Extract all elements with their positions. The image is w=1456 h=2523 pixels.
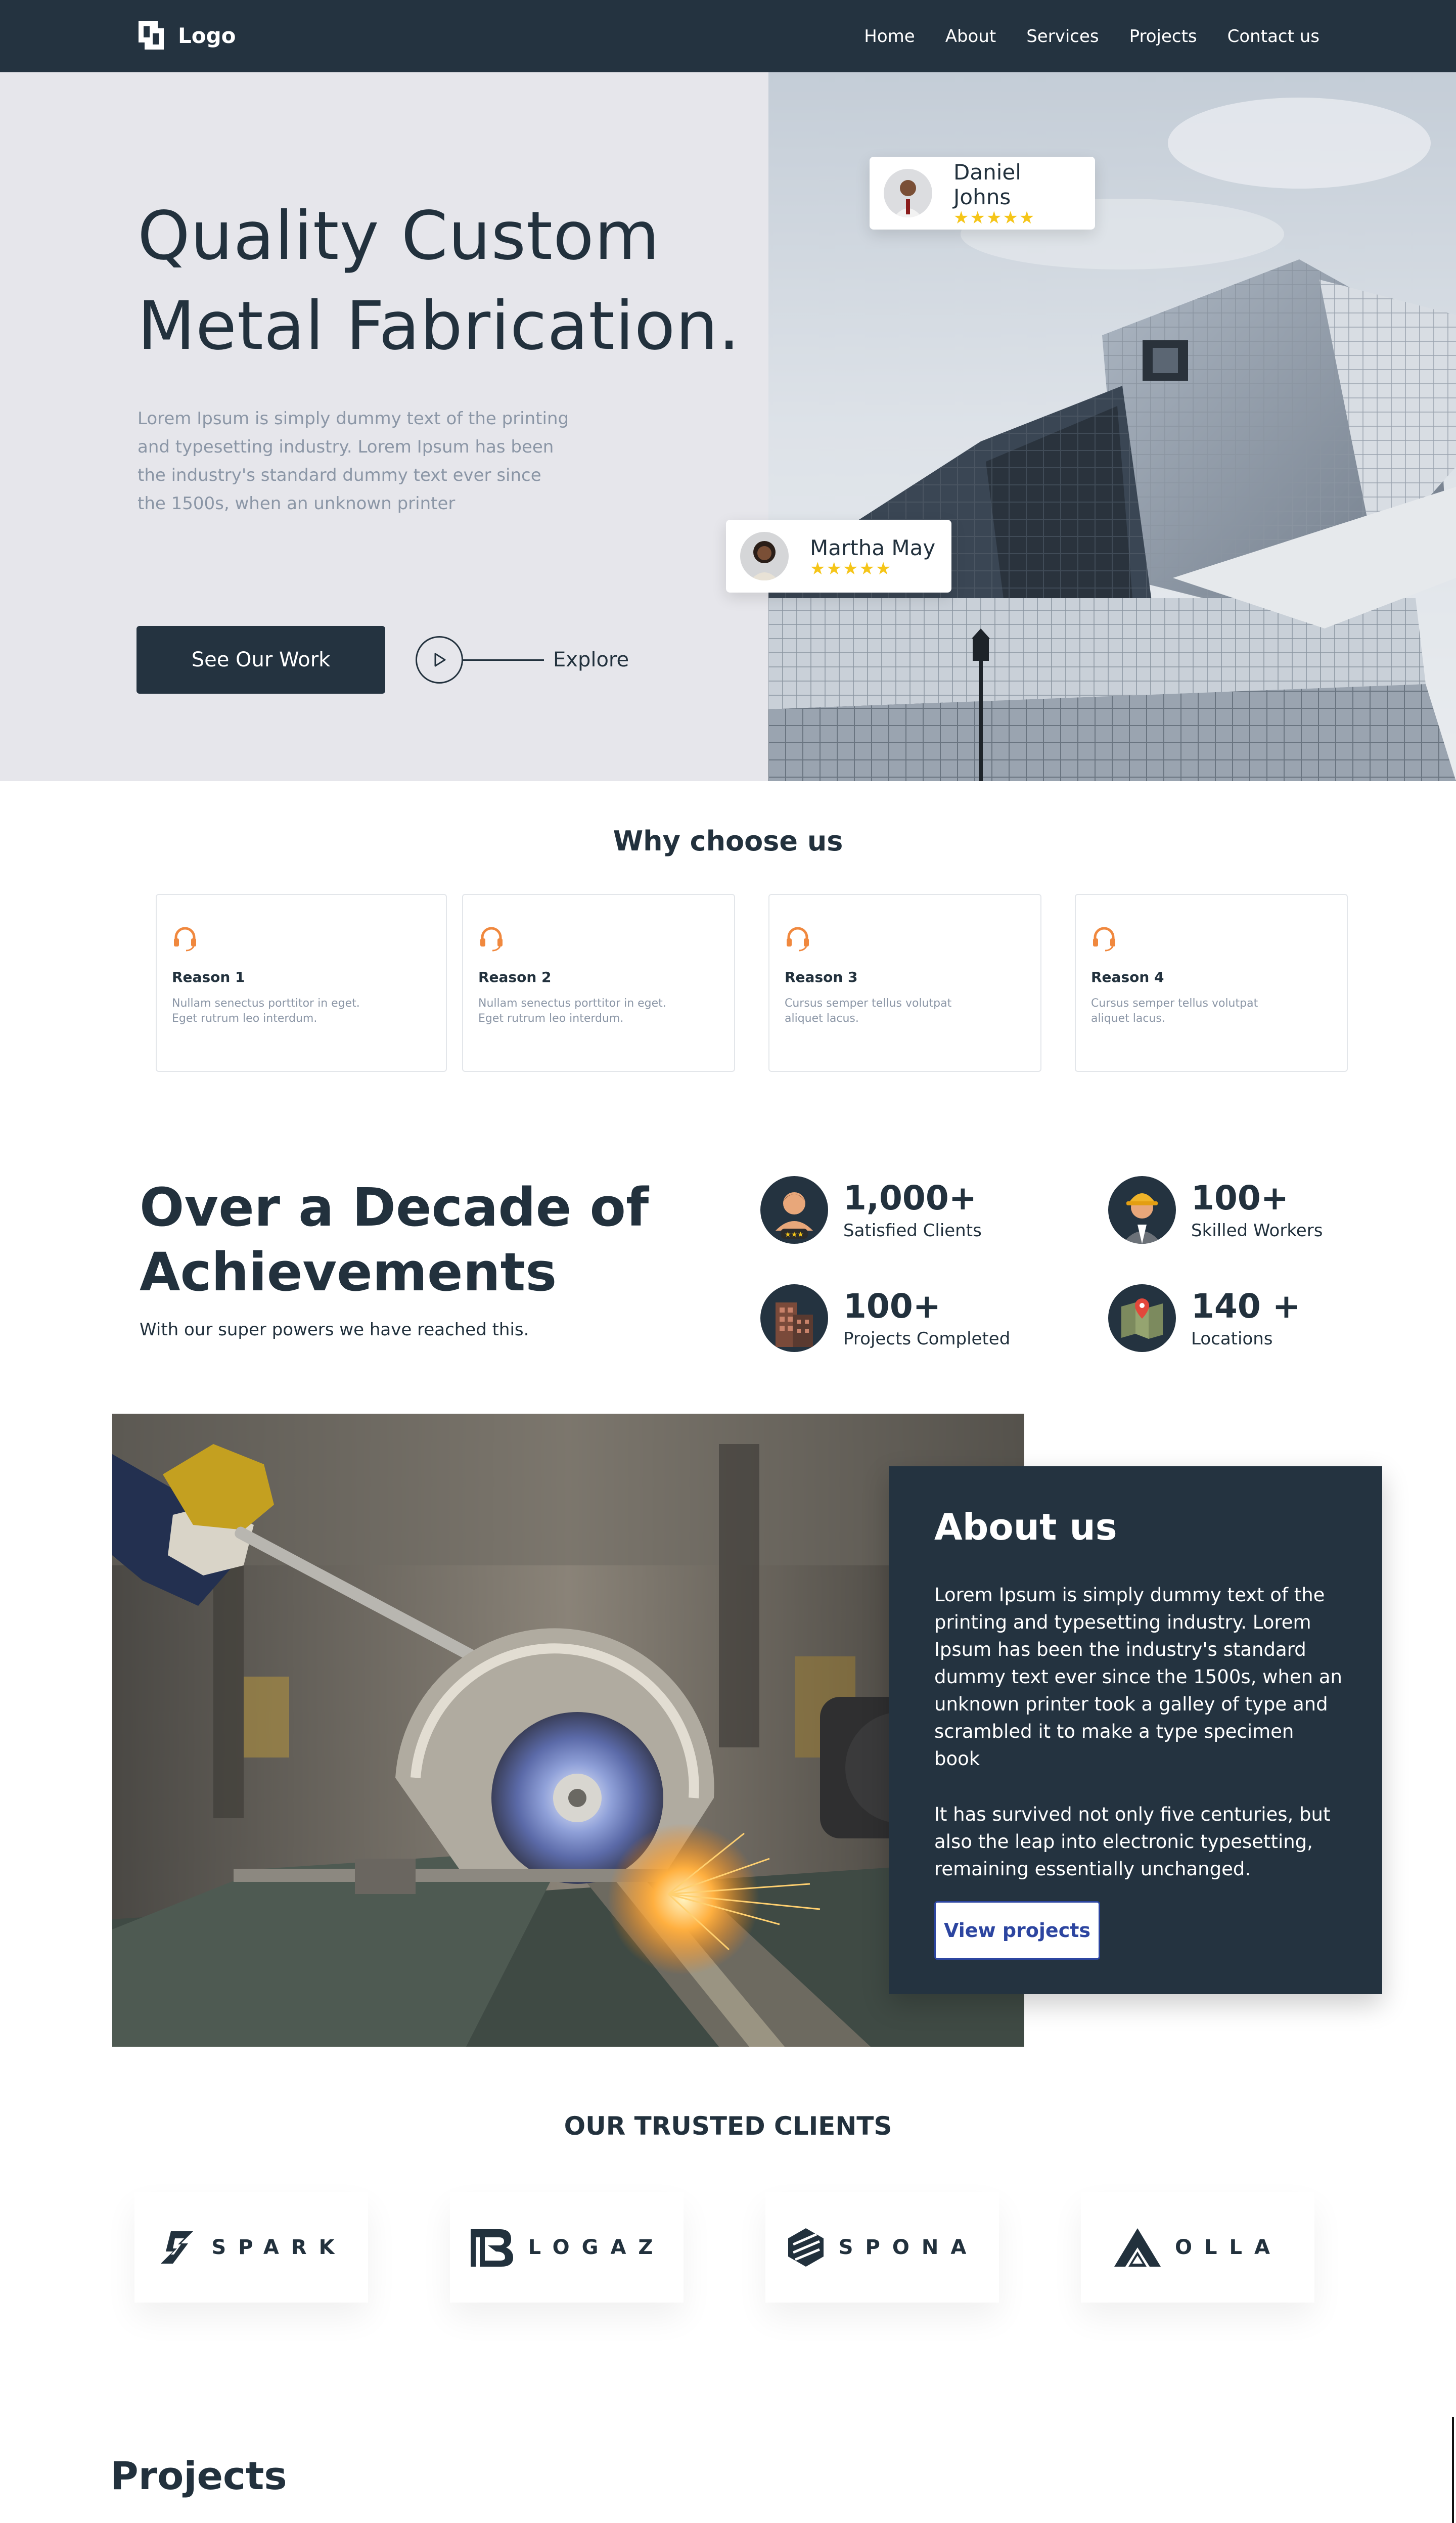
headset-icon bbox=[480, 927, 503, 952]
about-title: About us bbox=[934, 1506, 1117, 1548]
nav-link-services[interactable]: Services bbox=[1026, 26, 1099, 47]
reason-description: Cursus semper tellus volutpat aliquet la… bbox=[785, 997, 952, 1025]
reason-card: Reason 3 Cursus semper tellus volutpat a… bbox=[768, 894, 1041, 1072]
reason-card: Reason 2 Nullam senectus porttitor in eg… bbox=[462, 894, 735, 1072]
reviewer-name: Martha May bbox=[810, 535, 936, 560]
client-logo-olla[interactable]: OLLA bbox=[1081, 2192, 1314, 2303]
about-workshop-image bbox=[112, 1414, 1024, 2047]
explore-link[interactable]: Explore bbox=[416, 636, 629, 684]
stat-value: 1,000+ bbox=[843, 1179, 977, 1218]
review-card-martha: Martha May ★★★★★ bbox=[726, 520, 951, 593]
explore-label: Explore bbox=[553, 648, 629, 671]
reason-title: Reason 4 bbox=[1091, 969, 1164, 985]
stat-locations: 140 + Locations bbox=[1108, 1284, 1300, 1352]
achievements-title-line2: Achievements bbox=[140, 1241, 557, 1303]
see-our-work-button[interactable]: See Our Work bbox=[136, 626, 385, 694]
grinder-illustration bbox=[112, 1414, 1024, 2047]
headset-icon bbox=[1093, 927, 1115, 952]
client-name: LOGAZ bbox=[528, 2236, 665, 2259]
olla-logo-icon bbox=[1114, 2228, 1161, 2267]
logaz-logo-icon bbox=[470, 2229, 513, 2267]
view-projects-button[interactable]: View projects bbox=[934, 1901, 1100, 1960]
why-choose-us-title: Why choose us bbox=[613, 825, 843, 857]
hero-title-line2: Metal Fabrication. bbox=[138, 287, 741, 365]
hero-title: Quality Custom Metal Fabrication. bbox=[138, 191, 795, 371]
reason-title: Reason 1 bbox=[172, 969, 245, 985]
stat-label: Locations bbox=[1191, 1329, 1273, 1349]
avatar bbox=[740, 532, 789, 580]
reason-card: Reason 4 Cursus semper tellus volutpat a… bbox=[1075, 894, 1348, 1072]
stat-skilled-workers: 100+ Skilled Workers bbox=[1108, 1176, 1323, 1244]
stat-satisfied-clients: ★★★ 1,000+ Satisfied Clients bbox=[760, 1176, 982, 1244]
about-paragraph-1: Lorem Ipsum is simply dummy text of the … bbox=[934, 1584, 1342, 1770]
avatar bbox=[884, 169, 932, 217]
map-icon bbox=[1108, 1284, 1176, 1352]
nav-link-about[interactable]: About bbox=[945, 26, 996, 47]
reviewer-name: Daniel Johns bbox=[953, 160, 1021, 209]
hero-description: Lorem Ipsum is simply dummy text of the … bbox=[138, 409, 569, 514]
projects-title: Projects bbox=[110, 2453, 287, 2498]
client-name: SPARK bbox=[211, 2236, 347, 2259]
client-icon: ★★★ bbox=[760, 1176, 828, 1244]
headset-icon bbox=[174, 927, 196, 952]
building-icon bbox=[760, 1284, 828, 1352]
logo[interactable]: Logo bbox=[138, 20, 236, 51]
stat-projects-completed: 100+ Projects Completed bbox=[760, 1284, 1010, 1352]
svg-text:★★★: ★★★ bbox=[785, 1231, 804, 1239]
reason-card: Reason 1 Nullam senectus porttitor in eg… bbox=[156, 894, 447, 1072]
achievements-title-line1: Over a Decade of bbox=[140, 1177, 649, 1238]
stat-label: Satisfied Clients bbox=[843, 1221, 982, 1241]
review-card-daniel: Daniel Johns ★★★★★ bbox=[870, 157, 1095, 230]
explore-divider bbox=[463, 659, 544, 661]
stat-label: Projects Completed bbox=[843, 1329, 1011, 1349]
stat-label: Skilled Workers bbox=[1191, 1221, 1323, 1241]
achievements-subtitle: With our super powers we have reached th… bbox=[140, 1320, 529, 1340]
hero-title-line1: Quality Custom bbox=[138, 197, 660, 275]
spona-logo-icon bbox=[788, 2228, 824, 2267]
scroll-indicator bbox=[1452, 2417, 1454, 2523]
worker-icon bbox=[1108, 1176, 1176, 1244]
rating-stars: ★★★★★ bbox=[953, 208, 1036, 228]
page: Logo Home About Services Projects Contac… bbox=[0, 0, 1456, 2523]
navbar: Logo Home About Services Projects Contac… bbox=[0, 0, 1456, 72]
nav-link-contact[interactable]: Contact us bbox=[1227, 26, 1320, 47]
headset-icon bbox=[787, 927, 809, 952]
nav-link-home[interactable]: Home bbox=[864, 26, 915, 47]
client-name: SPONA bbox=[838, 2236, 979, 2259]
reason-description: Cursus semper tellus volutpat aliquet la… bbox=[1091, 997, 1258, 1025]
spark-logo-icon bbox=[161, 2231, 194, 2264]
about-card: About us Lorem Ipsum is simply dummy tex… bbox=[889, 1466, 1382, 1994]
client-logo-spark[interactable]: SPARK bbox=[134, 2192, 368, 2303]
stat-value: 100+ bbox=[843, 1287, 941, 1326]
play-icon[interactable] bbox=[416, 636, 463, 684]
reason-title: Reason 3 bbox=[785, 969, 858, 985]
reason-description: Nullam senectus porttitor in eget. Eget … bbox=[172, 997, 360, 1025]
about-paragraph-2: It has survived not only five centuries,… bbox=[934, 1804, 1331, 1880]
logo-text: Logo bbox=[178, 23, 236, 48]
trusted-clients-title: OUR TRUSTED CLIENTS bbox=[564, 2111, 892, 2141]
logo-icon bbox=[139, 21, 164, 50]
reason-title: Reason 2 bbox=[478, 969, 552, 985]
nav-links: Home About Services Projects Contact us bbox=[864, 0, 1320, 72]
reason-description: Nullam senectus porttitor in eget. Eget … bbox=[478, 997, 666, 1025]
client-name: OLLA bbox=[1175, 2236, 1282, 2259]
client-logo-logaz[interactable]: LOGAZ bbox=[450, 2192, 684, 2303]
stat-value: 140 + bbox=[1191, 1287, 1301, 1326]
achievements-title: Over a Decade of Achievements bbox=[140, 1175, 696, 1304]
stat-value: 100+ bbox=[1191, 1179, 1289, 1218]
rating-stars: ★★★★★ bbox=[810, 558, 892, 579]
client-logo-spona[interactable]: SPONA bbox=[765, 2192, 999, 2303]
nav-link-projects[interactable]: Projects bbox=[1129, 26, 1197, 47]
